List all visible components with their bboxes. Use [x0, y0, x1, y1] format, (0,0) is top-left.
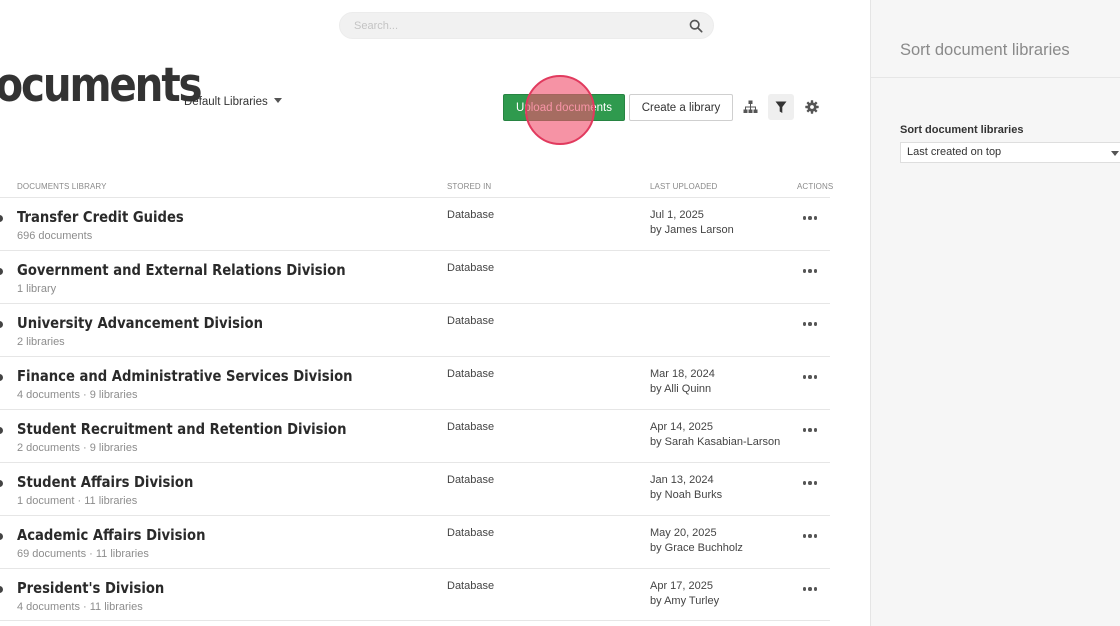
last-uploaded-date: May 20, 2025	[650, 527, 717, 539]
library-meta: 1 document · 11 libraries	[17, 495, 138, 507]
filter-icon	[775, 101, 787, 113]
more-horizontal-icon[interactable]	[800, 581, 820, 597]
library-name[interactable]: Transfer Credit Guides	[17, 208, 184, 226]
table-row[interactable]: Transfer Credit Guides 696 documents Dat…	[0, 197, 830, 250]
more-horizontal-icon[interactable]	[800, 369, 820, 385]
sort-panel-title: Sort document libraries	[900, 41, 1070, 59]
search-icon[interactable]	[689, 19, 703, 33]
hierarchy-button[interactable]	[737, 94, 763, 120]
settings-button[interactable]	[799, 94, 825, 120]
last-uploaded-date: Jan 13, 2024	[650, 474, 714, 486]
library-meta: 2 documents · 9 libraries	[17, 442, 138, 454]
column-header-actions: Actions	[797, 182, 834, 191]
stored-in: Database	[447, 474, 495, 486]
library-meta: 1 library	[17, 283, 57, 295]
last-uploaded-by: by Noah Burks	[650, 489, 723, 501]
last-uploaded-by: by Amy Turley	[650, 595, 720, 607]
library-name[interactable]: President's Division	[17, 579, 164, 597]
more-horizontal-icon[interactable]	[800, 263, 820, 279]
stored-in: Database	[447, 580, 495, 592]
last-uploaded-date: Apr 17, 2025	[650, 580, 713, 592]
page-title: Documents	[0, 58, 203, 113]
library-name[interactable]: University Advancement Division	[17, 314, 263, 332]
last-uploaded-by: by Alli Quinn	[650, 383, 712, 395]
more-horizontal-icon[interactable]	[800, 528, 820, 544]
gear-icon	[805, 100, 819, 114]
library-name[interactable]: Student Affairs Division	[17, 473, 193, 491]
library-name[interactable]: Academic Affairs Division	[17, 526, 205, 544]
row-marker	[0, 427, 3, 434]
library-name[interactable]: Government and External Relations Divisi…	[17, 261, 346, 279]
row-marker	[0, 374, 3, 381]
sitemap-icon	[743, 100, 757, 113]
stored-in: Database	[447, 421, 495, 433]
library-meta: 696 documents	[17, 230, 93, 242]
chevron-down-icon	[1111, 151, 1119, 156]
stored-in: Database	[447, 315, 495, 327]
filter-button[interactable]	[768, 94, 794, 120]
table-row[interactable]: Finance and Administrative Services Divi…	[0, 356, 830, 409]
row-marker	[0, 268, 3, 275]
library-meta: 69 documents · 11 libraries	[17, 548, 149, 560]
upload-documents-button[interactable]: Upload documents	[503, 94, 625, 121]
library-meta: 2 libraries	[17, 336, 65, 348]
row-marker	[0, 215, 3, 222]
create-library-button[interactable]: Create a library	[629, 94, 733, 121]
stored-in: Database	[447, 209, 495, 221]
library-meta: 4 documents · 9 libraries	[17, 389, 138, 401]
search-bar	[339, 12, 714, 39]
row-marker	[0, 586, 3, 593]
last-uploaded-date: Mar 18, 2024	[650, 368, 715, 380]
stored-in: Database	[447, 368, 495, 380]
table-row[interactable]: Student Affairs Division 1 document · 11…	[0, 462, 830, 515]
library-name[interactable]: Student Recruitment and Retention Divisi…	[17, 420, 346, 438]
table-header: Documents Library Stored in Last uploade…	[0, 182, 834, 197]
last-uploaded-by: by Grace Buchholz	[650, 542, 743, 554]
column-header-last-uploaded: Last uploaded	[650, 182, 718, 191]
more-horizontal-icon[interactable]	[800, 210, 820, 226]
table-row[interactable]: Government and External Relations Divisi…	[0, 250, 830, 303]
table-row[interactable]: Student Recruitment and Retention Divisi…	[0, 409, 830, 462]
table-row[interactable]: University Advancement Division 2 librar…	[0, 303, 830, 356]
more-horizontal-icon[interactable]	[800, 475, 820, 491]
last-uploaded-by: by Sarah Kasabian-Larson	[650, 436, 781, 448]
more-horizontal-icon[interactable]	[800, 316, 820, 332]
last-uploaded-date: Jul 1, 2025	[650, 209, 704, 221]
table-row[interactable]: Academic Affairs Division 69 documents ·…	[0, 515, 830, 568]
stored-in: Database	[447, 262, 495, 274]
row-marker	[0, 480, 3, 487]
stored-in: Database	[447, 527, 495, 539]
table-row[interactable]: President's Division 4 documents · 11 li…	[0, 568, 830, 621]
library-name[interactable]: Finance and Administrative Services Divi…	[17, 367, 353, 385]
sort-panel-header	[871, 0, 1120, 78]
chevron-down-icon	[273, 98, 282, 103]
sort-select[interactable]: Last created on top	[900, 142, 1120, 163]
library-selector[interactable]: Default Libraries	[184, 96, 282, 108]
libraries-table: Transfer Credit Guides 696 documents Dat…	[0, 197, 830, 621]
sort-field-label: Sort document libraries	[900, 124, 1024, 136]
sort-select-value: Last created on top	[907, 146, 1002, 158]
sort-panel: Sort document libraries Sort document li…	[870, 0, 1120, 626]
last-uploaded-date: Apr 14, 2025	[650, 421, 713, 433]
row-marker	[0, 533, 3, 540]
library-selector-label: Default Libraries	[184, 96, 268, 108]
column-header-stored-in: Stored in	[447, 182, 492, 191]
row-marker	[0, 321, 3, 328]
more-horizontal-icon[interactable]	[800, 422, 820, 438]
last-uploaded-by: by James Larson	[650, 224, 734, 236]
column-header-library: Documents Library	[17, 182, 107, 191]
search-input[interactable]	[354, 18, 684, 34]
library-meta: 4 documents · 11 libraries	[17, 601, 143, 613]
